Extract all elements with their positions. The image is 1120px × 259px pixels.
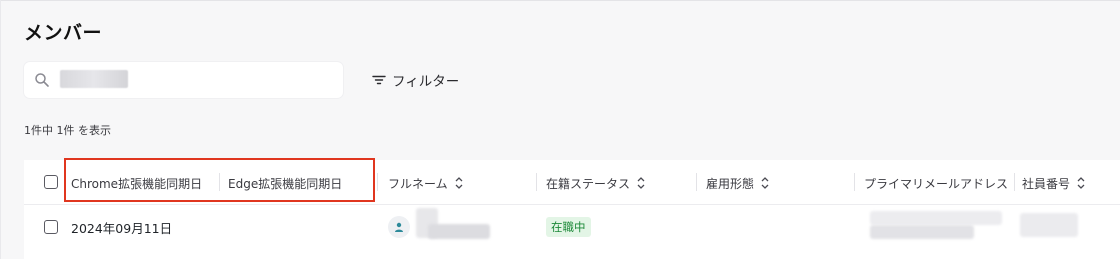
column-label: Chrome拡張機能同期日 — [71, 176, 203, 191]
column-divider — [1014, 173, 1015, 191]
sort-icon — [455, 177, 463, 189]
column-header-employee-number[interactable]: 社員番号 — [1022, 174, 1086, 192]
column-divider — [377, 173, 378, 191]
left-border — [0, 0, 1, 259]
email-redacted — [870, 225, 974, 239]
search-input[interactable] — [24, 62, 343, 98]
select-all-checkbox[interactable] — [44, 175, 58, 189]
email-redacted — [870, 211, 1002, 225]
sort-icon — [1077, 177, 1085, 189]
column-header-primary-email: プライマリメールアドレス — [864, 174, 1008, 192]
column-label: プライマリメールアドレス — [864, 176, 1009, 191]
employee-number-redacted — [1020, 213, 1078, 237]
row-select-checkbox[interactable] — [44, 220, 58, 234]
sort-icon — [637, 177, 645, 189]
column-label: Edge拡張機能同期日 — [228, 176, 343, 191]
column-header-employment-type[interactable]: 雇用形態 — [706, 174, 770, 192]
page-title: メンバー — [24, 22, 103, 44]
column-label: フルネーム — [388, 176, 448, 191]
column-label: 雇用形態 — [706, 176, 755, 191]
search-value-redacted — [60, 70, 128, 88]
table-row[interactable]: 2024年09月11日 在職中 — [24, 205, 1120, 249]
column-divider — [536, 173, 537, 191]
members-table: Chrome拡張機能同期日 Edge拡張機能同期日 フルネーム 在籍ステータス … — [24, 160, 1120, 259]
column-divider — [854, 173, 855, 191]
avatar — [388, 216, 410, 238]
table-header-row: Chrome拡張機能同期日 Edge拡張機能同期日 フルネーム 在籍ステータス … — [24, 160, 1120, 205]
column-label: 在籍ステータス — [546, 176, 631, 191]
column-header-chrome-sync: Chrome拡張機能同期日 — [71, 174, 202, 192]
status-badge: 在職中 — [546, 217, 591, 237]
result-count: 1件中 1件 を表示 — [24, 124, 111, 137]
column-header-edge-sync: Edge拡張機能同期日 — [228, 174, 342, 192]
top-border — [0, 0, 1120, 1]
column-header-employment-status[interactable]: 在籍ステータス — [546, 174, 646, 192]
filter-icon — [372, 75, 386, 85]
column-divider — [696, 173, 697, 191]
full-name-redacted — [428, 224, 490, 239]
filter-label: フィルター — [392, 74, 460, 90]
column-label: 社員番号 — [1022, 176, 1071, 191]
search-icon — [35, 73, 49, 87]
filter-button[interactable]: フィルター — [372, 67, 459, 93]
sort-icon — [761, 177, 769, 189]
user-icon — [395, 222, 403, 232]
column-divider — [219, 173, 220, 191]
column-header-full-name[interactable]: フルネーム — [388, 174, 464, 192]
chrome-sync-date-cell: 2024年09月11日 — [71, 221, 173, 236]
